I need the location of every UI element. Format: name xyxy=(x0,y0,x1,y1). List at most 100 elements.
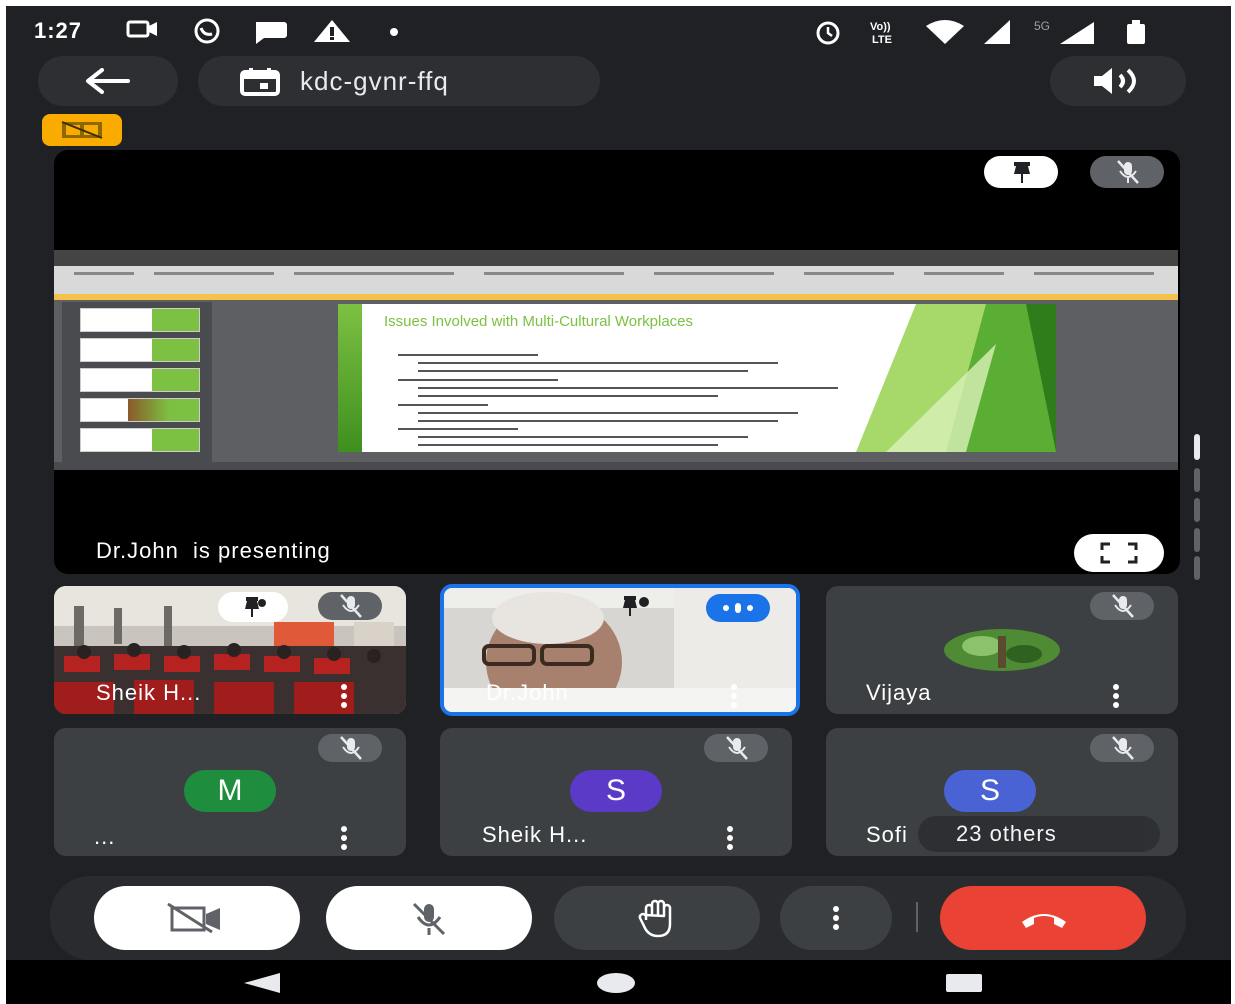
participant-tile[interactable]: S Sheik H... xyxy=(440,728,792,856)
mic-off-icon xyxy=(340,736,362,760)
presenting-label: Dr.John is presenting xyxy=(96,538,331,563)
others-count: 23 others xyxy=(956,821,1057,846)
participant-name: Sheik H... xyxy=(482,822,588,847)
slide-thumbnail xyxy=(80,398,200,422)
meet-screen: 1:27 Vo)) LTE 5G kdc-gvnr-ffq Issues Inv… xyxy=(6,6,1231,1004)
mic-toggle-button[interactable] xyxy=(326,886,532,950)
meeting-info-button[interactable]: kdc-gvnr-ffq xyxy=(198,56,600,106)
speaking-indicator xyxy=(706,594,770,622)
mic-status xyxy=(318,734,382,762)
arrow-left-icon xyxy=(86,68,130,94)
slide-thumbnail xyxy=(80,368,200,392)
fullscreen-icon xyxy=(1100,542,1138,564)
participant-tile-active[interactable]: Dr.John xyxy=(440,584,800,716)
app-status-bar xyxy=(54,462,1178,470)
participant-name: Sofi xyxy=(866,822,908,847)
svg-text:5G: 5G xyxy=(1034,19,1050,33)
participant-tile[interactable]: S Sofi 23 others xyxy=(826,728,1178,856)
participant-tile[interactable]: Vijaya xyxy=(826,586,1178,714)
more-options-icon[interactable] xyxy=(726,826,734,850)
pin-button[interactable] xyxy=(984,156,1058,188)
wifi-icon xyxy=(926,20,964,44)
back-nav-icon[interactable] xyxy=(242,972,282,994)
app-title-bar xyxy=(54,250,1178,266)
slide-thumbnail xyxy=(80,428,200,452)
others-overlay[interactable]: 23 others xyxy=(918,816,1160,852)
mic-off-icon xyxy=(340,594,362,618)
camera-off-icon xyxy=(167,902,220,934)
participant-name: Sheik H... xyxy=(96,680,202,705)
slide-thumbnails xyxy=(62,302,212,462)
mic-off-icon xyxy=(1112,594,1134,618)
slide-title: Issues Involved with Multi-Cultural Work… xyxy=(384,313,694,330)
presentation-tile[interactable]: Issues Involved with Multi-Cultural Work… xyxy=(54,150,1180,574)
avatar: M xyxy=(184,770,276,812)
camera-toggle-button[interactable] xyxy=(94,886,300,950)
participant-tile[interactable]: Sheik H... xyxy=(54,586,406,714)
end-call-button[interactable] xyxy=(940,886,1146,950)
raise-hand-button[interactable] xyxy=(554,886,760,950)
status-time: 1:27 xyxy=(34,18,83,43)
mic-status xyxy=(1090,592,1154,620)
signal-icon xyxy=(984,20,1010,44)
fullscreen-button[interactable] xyxy=(1074,534,1164,572)
mic-status xyxy=(1090,734,1154,762)
audio-level-icon xyxy=(723,603,753,613)
status-bar: 1:27 Vo)) LTE 5G xyxy=(6,6,1231,56)
5g-signal-icon: 5G xyxy=(1034,19,1094,44)
participant-name: Dr.John xyxy=(486,680,569,705)
slide-thumbnail xyxy=(80,308,200,332)
svg-text:Vo)): Vo)) xyxy=(870,21,891,33)
participant-photo xyxy=(944,629,1060,671)
avatar: S xyxy=(570,770,662,812)
participant-tile[interactable]: M ... xyxy=(54,728,406,856)
recents-nav-icon[interactable] xyxy=(944,972,984,994)
more-options-icon[interactable] xyxy=(730,684,738,708)
app-ribbon xyxy=(54,266,1178,294)
meeting-code: kdc-gvnr-ffq xyxy=(300,66,449,96)
notification-bar xyxy=(54,294,1178,300)
presentation-mute-button[interactable] xyxy=(1090,156,1164,188)
warning-icon xyxy=(314,20,350,42)
shared-screen: Issues Involved with Multi-Cultural Work… xyxy=(54,250,1178,470)
alarm-icon xyxy=(816,21,840,45)
mic-off-icon xyxy=(412,902,446,936)
audio-output-button[interactable] xyxy=(1050,56,1186,106)
whatsapp-icon xyxy=(194,18,220,44)
pin-icon xyxy=(1014,162,1030,183)
battery-icon xyxy=(1127,20,1145,44)
end-call-icon xyxy=(1022,914,1066,928)
slide-decoration xyxy=(856,304,1056,452)
call-controls xyxy=(50,876,1186,960)
home-nav-icon[interactable] xyxy=(596,972,636,994)
tile-scrollbar[interactable] xyxy=(1192,434,1202,580)
mic-status xyxy=(318,592,382,620)
pin-button[interactable] xyxy=(218,592,288,622)
mic-off-icon xyxy=(1112,736,1134,760)
divider xyxy=(916,902,918,932)
back-button[interactable] xyxy=(38,56,178,106)
volte-icon: Vo))LTE xyxy=(870,21,892,46)
chat-bubble-icon xyxy=(256,22,287,44)
speaker-icon xyxy=(1094,68,1136,94)
mic-off-icon xyxy=(726,736,748,760)
dot-icon xyxy=(390,28,398,36)
more-options-icon[interactable] xyxy=(340,684,348,708)
system-navigation-bar xyxy=(6,960,1231,1004)
more-options-icon xyxy=(832,906,840,930)
more-options-button[interactable] xyxy=(780,886,892,950)
more-options-icon[interactable] xyxy=(340,826,348,850)
participant-name: Vijaya xyxy=(866,680,932,705)
recording-off-icon xyxy=(61,121,103,139)
pin-icon xyxy=(245,597,266,617)
current-slide: Issues Involved with Multi-Cultural Work… xyxy=(338,304,1056,452)
recording-badge[interactable] xyxy=(42,114,122,146)
participant-name: ... xyxy=(94,824,116,849)
mic-status xyxy=(704,734,768,762)
raise-hand-icon xyxy=(638,899,672,938)
mic-off-icon xyxy=(1117,160,1139,184)
calendar-icon xyxy=(240,68,280,96)
more-options-icon[interactable] xyxy=(1112,684,1120,708)
slide-thumbnail xyxy=(80,338,200,362)
svg-text:LTE: LTE xyxy=(872,34,892,46)
